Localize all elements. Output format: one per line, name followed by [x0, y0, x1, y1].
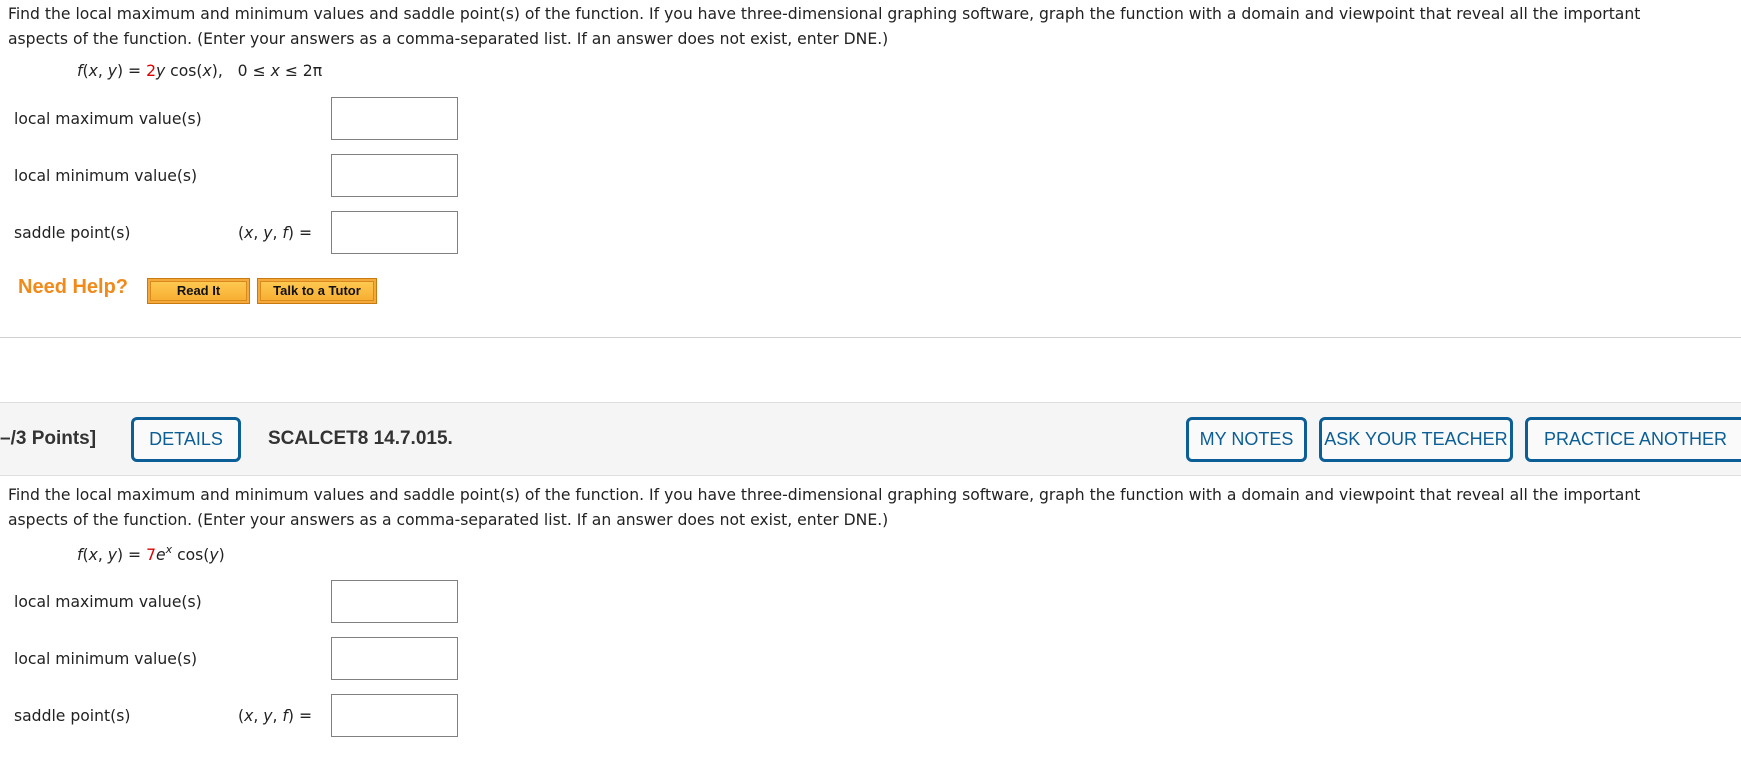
q2-saddle-label: saddle point(s) [14, 707, 131, 725]
formula-coefficient: 7 [146, 546, 156, 565]
formula-coefficient: 2 [146, 62, 156, 80]
q2-local-min-input[interactable] [331, 637, 458, 680]
q2-local-max-input[interactable] [331, 580, 458, 623]
question2-formula: f(x, y) = 7ex cos(y) [77, 543, 225, 565]
q1-saddle-label: saddle point(s) [14, 224, 131, 242]
q2-saddle-prefix: (x, y, f) = [238, 707, 313, 725]
my-notes-button[interactable]: MY NOTES [1186, 417, 1307, 462]
formula-domain: 0 ≤ x ≤ 2π [237, 62, 323, 80]
formula-rest: y cos(x), [155, 62, 223, 80]
q2-local-min-label: local minimum value(s) [14, 650, 198, 668]
question-id: SCALCET8 14.7.015. [268, 428, 453, 449]
points-label: –/3 Points] [0, 428, 97, 449]
question1-instructions-line1: Find the local maximum and minimum value… [8, 5, 1641, 23]
question2-instructions-line2: aspects of the function. (Enter your ans… [8, 511, 889, 529]
q1-local-max-input[interactable] [331, 97, 458, 140]
read-it-button[interactable]: Read It [147, 278, 250, 304]
formula-exponent: x [165, 543, 173, 556]
q1-saddle-input[interactable] [331, 211, 458, 254]
practice-another-button[interactable]: PRACTICE ANOTHER [1525, 417, 1741, 462]
question-divider [0, 337, 1741, 338]
q2-saddle-input[interactable] [331, 694, 458, 737]
q2-local-max-label: local maximum value(s) [14, 593, 202, 611]
q1-local-max-label: local maximum value(s) [14, 110, 202, 128]
q1-local-min-label: local minimum value(s) [14, 167, 198, 185]
formula-base: e [155, 546, 166, 565]
talk-to-tutor-button[interactable]: Talk to a Tutor [257, 278, 377, 304]
ask-your-teacher-button[interactable]: ASK YOUR TEACHER [1319, 417, 1513, 462]
formula-lhs: f(x, y) = [77, 62, 147, 80]
question1-formula: f(x, y) = 2y cos(x), 0 ≤ x ≤ 2π [77, 62, 322, 80]
question2-instructions: Find the local maximum and minimum value… [8, 483, 1738, 533]
q1-local-min-input[interactable] [331, 154, 458, 197]
details-button[interactable]: DETAILS [131, 417, 241, 462]
question1-instructions: Find the local maximum and minimum value… [8, 2, 1738, 52]
need-help-label: Need Help? [18, 276, 129, 298]
question1-instructions-line2: aspects of the function. (Enter your ans… [8, 30, 889, 48]
question2-instructions-line1: Find the local maximum and minimum value… [8, 486, 1641, 504]
formula-lhs: f(x, y) = [77, 546, 147, 565]
formula-rest: cos(y) [172, 546, 225, 565]
q1-saddle-prefix: (x, y, f) = [238, 224, 313, 242]
